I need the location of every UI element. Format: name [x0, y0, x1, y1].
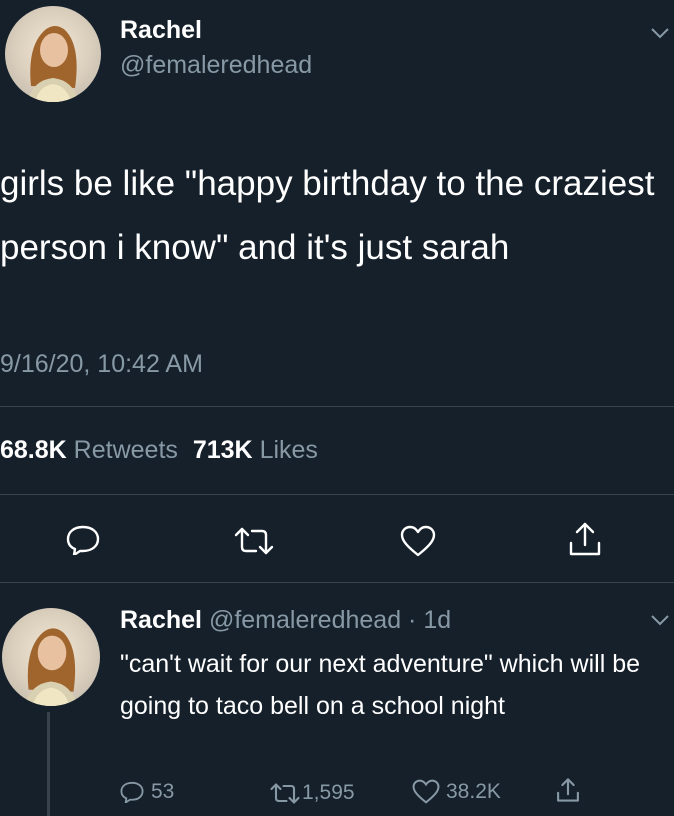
like-count[interactable]: 713K — [193, 436, 253, 464]
reply-handle-time[interactable]: @femaleredhead · 1d — [209, 606, 451, 634]
share-icon[interactable] — [556, 777, 580, 803]
reply-icon[interactable] — [66, 525, 100, 555]
retweet-icon[interactable] — [234, 527, 274, 555]
reply-text: "can't wait for our next adventure" whic… — [120, 650, 640, 720]
retweet-count[interactable]: 68.8K — [0, 436, 67, 464]
tweet-stats: 68.8K Retweets 713K Likes — [0, 436, 318, 465]
like-label[interactable]: Likes — [260, 436, 318, 464]
reply-avatar[interactable] — [2, 608, 100, 706]
like-icon — [412, 779, 440, 804]
display-name[interactable]: Rachel — [120, 16, 202, 45]
divider — [0, 582, 674, 583]
reply-like-count: 38.2K — [446, 779, 501, 803]
avatar-image — [24, 628, 78, 706]
chevron-down-icon[interactable] — [650, 27, 670, 39]
reply-action-retweet[interactable]: 1,595 — [270, 781, 355, 805]
like-icon[interactable] — [400, 525, 436, 557]
divider — [0, 406, 674, 407]
reply-action-reply[interactable]: 53 — [120, 780, 174, 804]
reply-display-name[interactable]: Rachel — [120, 606, 202, 634]
tweet-timestamp[interactable]: 9/16/20, 10:42 AM — [0, 350, 203, 379]
reply-header: Rachel @femaleredhead · 1d — [120, 606, 451, 635]
reply-icon — [120, 781, 144, 803]
divider — [0, 494, 674, 495]
user-handle[interactable]: @femaleredhead — [120, 51, 312, 80]
thread-line — [47, 712, 50, 816]
retweet-label[interactable]: Retweets — [74, 436, 178, 464]
avatar-image — [27, 26, 79, 102]
reply-action-like[interactable]: 38.2K — [412, 779, 501, 804]
avatar[interactable] — [5, 6, 101, 102]
retweet-icon — [270, 782, 300, 804]
chevron-down-icon[interactable] — [650, 614, 670, 626]
reply-retweet-count: 1,595 — [302, 781, 355, 804]
tweet-text: girls be like "happy birthday to the cra… — [0, 164, 655, 267]
share-icon[interactable] — [568, 521, 602, 557]
reply-count: 53 — [151, 780, 175, 803]
